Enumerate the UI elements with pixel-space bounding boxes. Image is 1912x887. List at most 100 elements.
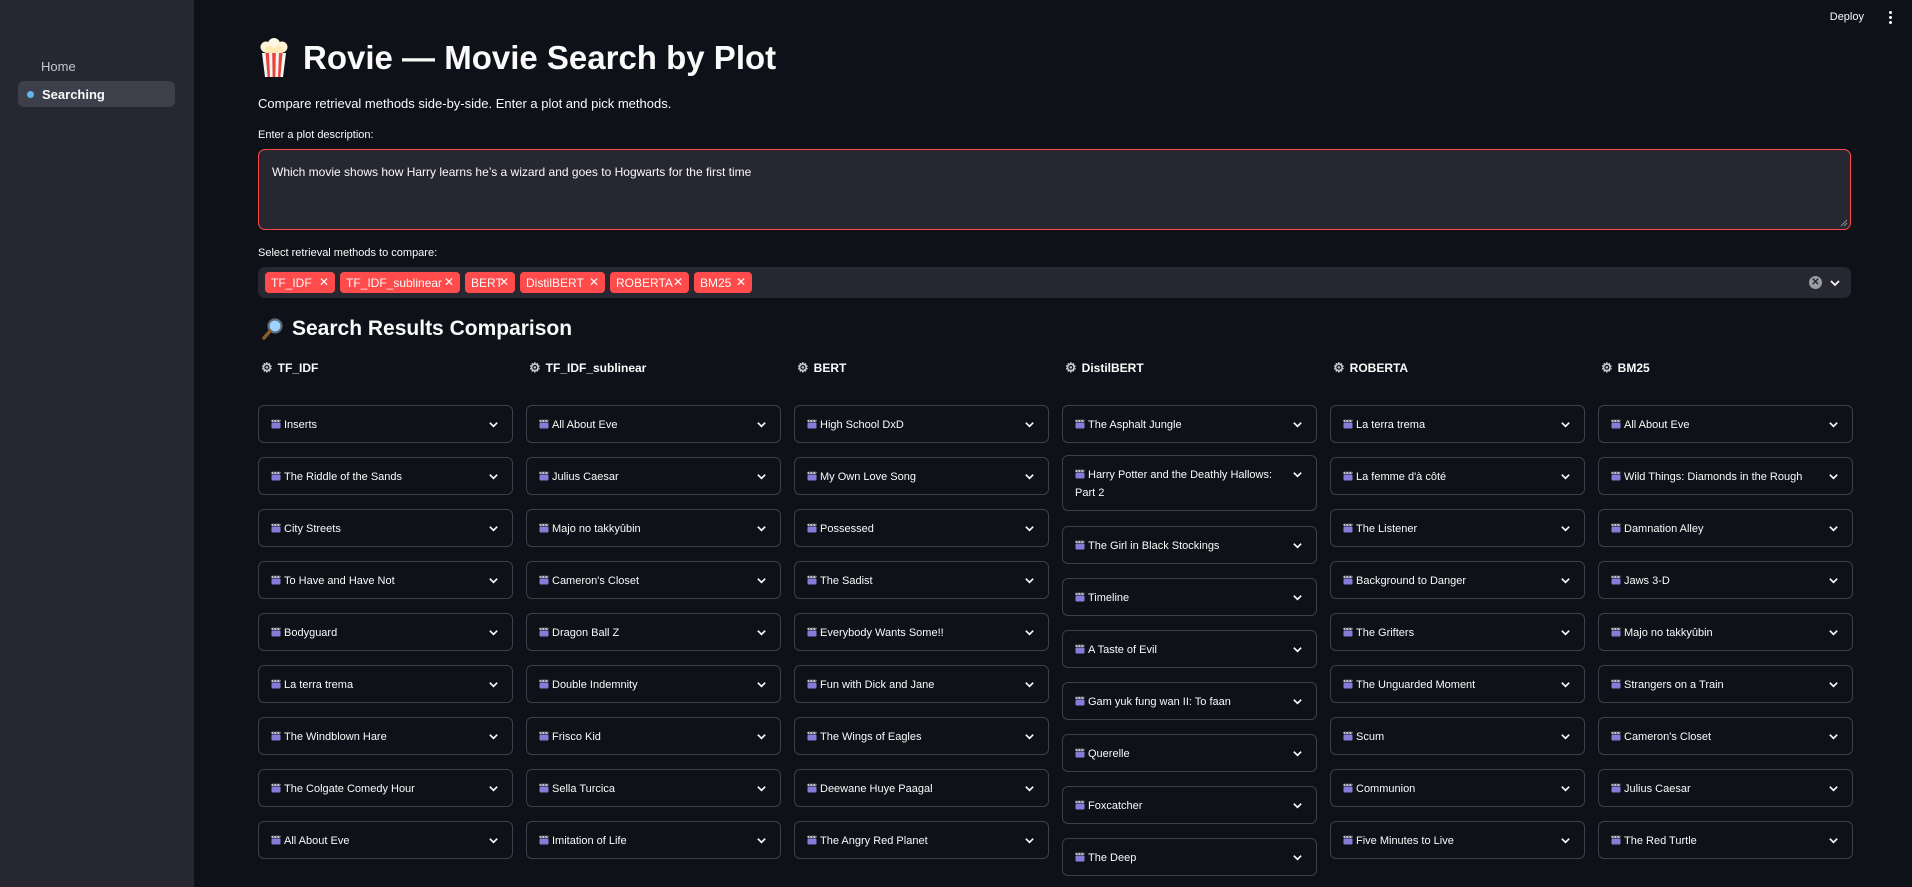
main-menu-icon[interactable] bbox=[1880, 7, 1900, 27]
result-expander[interactable]: My Own Love Song bbox=[794, 457, 1049, 495]
chevron-down-icon[interactable] bbox=[756, 419, 767, 433]
chevron-down-icon[interactable] bbox=[1024, 523, 1035, 537]
chevron-down-icon[interactable] bbox=[756, 575, 767, 589]
result-expander[interactable]: Background to Danger bbox=[1330, 561, 1585, 599]
chevron-down-icon[interactable] bbox=[1828, 471, 1839, 485]
result-expander[interactable]: Cameron's Closet bbox=[526, 561, 781, 599]
result-expander[interactable]: The Colgate Comedy Hour bbox=[258, 769, 513, 807]
chevron-down-icon[interactable] bbox=[1828, 731, 1839, 745]
chevron-down-icon[interactable] bbox=[1292, 644, 1303, 658]
chevron-down-icon[interactable] bbox=[1560, 523, 1571, 537]
chevron-down-icon[interactable] bbox=[1292, 419, 1303, 433]
chevron-down-icon[interactable] bbox=[1560, 575, 1571, 589]
result-expander[interactable]: Bodyguard bbox=[258, 613, 513, 651]
sidebar-item-home[interactable]: Home bbox=[18, 53, 175, 79]
chevron-down-icon[interactable] bbox=[1292, 540, 1303, 554]
result-expander[interactable]: La terra trema bbox=[1330, 405, 1585, 443]
chevron-down-icon[interactable] bbox=[1024, 627, 1035, 641]
result-expander[interactable]: Cameron's Closet bbox=[1598, 717, 1853, 755]
chevron-down-icon[interactable] bbox=[1828, 627, 1839, 641]
result-expander[interactable]: Strangers on a Train bbox=[1598, 665, 1853, 703]
result-expander[interactable]: The Windblown Hare bbox=[258, 717, 513, 755]
chevron-down-icon[interactable] bbox=[488, 523, 499, 537]
result-expander[interactable]: Possessed bbox=[794, 509, 1049, 547]
result-expander[interactable]: Double Indemnity bbox=[526, 665, 781, 703]
result-expander[interactable]: Sella Turcica bbox=[526, 769, 781, 807]
result-expander[interactable]: Majo no takkyûbin bbox=[1598, 613, 1853, 651]
chevron-down-icon[interactable] bbox=[756, 471, 767, 485]
result-expander[interactable]: Damnation Alley bbox=[1598, 509, 1853, 547]
chevron-down-icon[interactable] bbox=[756, 523, 767, 537]
result-expander[interactable]: Julius Caesar bbox=[526, 457, 781, 495]
chevron-down-icon[interactable] bbox=[1828, 419, 1839, 433]
result-expander[interactable]: Imitation of Life bbox=[526, 821, 781, 859]
result-expander[interactable]: To Have and Have Not bbox=[258, 561, 513, 599]
chevron-down-icon[interactable] bbox=[1292, 748, 1303, 762]
chevron-down-icon[interactable] bbox=[756, 731, 767, 745]
sidebar-item-searching[interactable]: Searching bbox=[18, 81, 175, 107]
result-expander[interactable]: The Wings of Eagles bbox=[794, 717, 1049, 755]
chevron-down-icon[interactable] bbox=[1828, 523, 1839, 537]
chevron-down-icon[interactable] bbox=[1828, 679, 1839, 693]
chevron-down-icon[interactable] bbox=[1024, 419, 1035, 433]
result-expander[interactable]: Timeline bbox=[1062, 578, 1317, 616]
chevron-down-icon[interactable] bbox=[488, 419, 499, 433]
chevron-down-icon[interactable] bbox=[1292, 852, 1303, 866]
chevron-down-icon[interactable] bbox=[488, 783, 499, 797]
chevron-down-icon[interactable] bbox=[1024, 731, 1035, 745]
result-expander[interactable]: Fun with Dick and Jane bbox=[794, 665, 1049, 703]
chevron-down-icon[interactable] bbox=[1560, 419, 1571, 433]
result-expander[interactable]: All About Eve bbox=[1598, 405, 1853, 443]
chevron-down-icon[interactable] bbox=[1292, 696, 1303, 710]
result-expander[interactable]: Jaws 3-D bbox=[1598, 561, 1853, 599]
chevron-down-icon[interactable] bbox=[1292, 800, 1303, 814]
chevron-down-icon[interactable] bbox=[488, 731, 499, 745]
chevron-down-icon[interactable] bbox=[756, 783, 767, 797]
chevron-down-icon[interactable] bbox=[1292, 469, 1303, 483]
result-expander[interactable]: Gam yuk fung wan II: To faan bbox=[1062, 682, 1317, 720]
chevron-down-icon[interactable] bbox=[1828, 835, 1839, 849]
result-expander[interactable]: Dragon Ball Z bbox=[526, 613, 781, 651]
chevron-down-icon[interactable] bbox=[488, 835, 499, 849]
result-expander[interactable]: The Riddle of the Sands bbox=[258, 457, 513, 495]
chevron-down-icon[interactable] bbox=[1828, 575, 1839, 589]
chevron-down-icon[interactable] bbox=[1024, 835, 1035, 849]
result-expander[interactable]: The Angry Red Planet bbox=[794, 821, 1049, 859]
result-expander[interactable]: Everybody Wants Some!! bbox=[794, 613, 1049, 651]
result-expander[interactable]: Scum bbox=[1330, 717, 1585, 755]
chevron-down-icon[interactable] bbox=[1828, 783, 1839, 797]
result-expander[interactable]: Communion bbox=[1330, 769, 1585, 807]
chevron-down-icon[interactable] bbox=[488, 627, 499, 641]
result-expander[interactable]: Querelle bbox=[1062, 734, 1317, 772]
chevron-down-icon[interactable] bbox=[1024, 679, 1035, 693]
result-expander[interactable]: Deewane Huye Paagal bbox=[794, 769, 1049, 807]
result-expander[interactable]: Wild Things: Diamonds in the Rough bbox=[1598, 457, 1853, 495]
result-expander[interactable]: The Asphalt Jungle bbox=[1062, 405, 1317, 443]
chevron-down-icon[interactable] bbox=[1560, 783, 1571, 797]
chevron-down-icon[interactable] bbox=[1024, 783, 1035, 797]
chevron-down-icon[interactable] bbox=[1560, 627, 1571, 641]
chevron-down-icon[interactable] bbox=[1024, 575, 1035, 589]
chevron-down-icon[interactable] bbox=[1024, 471, 1035, 485]
chevron-down-icon[interactable] bbox=[756, 835, 767, 849]
result-expander[interactable]: Harry Potter and the Deathly Hallows: Pa… bbox=[1062, 455, 1317, 511]
result-expander[interactable]: Julius Caesar bbox=[1598, 769, 1853, 807]
result-expander[interactable]: The Sadist bbox=[794, 561, 1049, 599]
chevron-down-icon[interactable] bbox=[756, 627, 767, 641]
result-expander[interactable]: All About Eve bbox=[258, 821, 513, 859]
result-expander[interactable]: Frisco Kid bbox=[526, 717, 781, 755]
result-expander[interactable]: La terra trema bbox=[258, 665, 513, 703]
result-expander[interactable]: The Deep bbox=[1062, 838, 1317, 876]
chevron-down-icon[interactable] bbox=[1560, 471, 1571, 485]
result-expander[interactable]: The Unguarded Moment bbox=[1330, 665, 1585, 703]
chevron-down-icon[interactable] bbox=[1292, 592, 1303, 606]
result-expander[interactable]: The Listener bbox=[1330, 509, 1585, 547]
result-expander[interactable]: The Red Turtle bbox=[1598, 821, 1853, 859]
chevron-down-icon[interactable] bbox=[1560, 835, 1571, 849]
chevron-down-icon[interactable] bbox=[488, 575, 499, 589]
result-expander[interactable]: City Streets bbox=[258, 509, 513, 547]
chevron-down-icon[interactable] bbox=[488, 471, 499, 485]
chevron-down-icon[interactable] bbox=[756, 679, 767, 693]
chevron-down-icon[interactable] bbox=[1560, 731, 1571, 745]
result-expander[interactable]: High School DxD bbox=[794, 405, 1049, 443]
